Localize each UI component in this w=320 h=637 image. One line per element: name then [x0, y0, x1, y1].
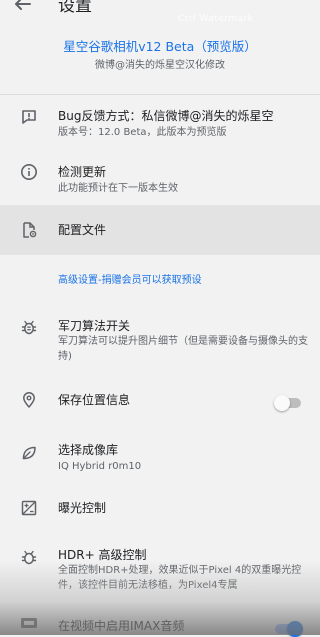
exposure-icon — [20, 499, 38, 517]
pref-title: Bug反馈方式：私信微博@消失的烁星空 — [58, 109, 274, 123]
pref-title: HDR+ 高级控制 — [58, 548, 147, 562]
location-toggle-switch[interactable] — [274, 395, 303, 411]
watermark-text: Ctrl Watermark — [178, 14, 254, 24]
imax-icon — [20, 616, 38, 634]
imax-toggle-switch[interactable] — [275, 621, 303, 637]
back-button[interactable] — [10, 0, 34, 16]
pref-sabre-toggle[interactable]: 军刀算法开关 军刀算法可以提升图片细节（但是需要设备与摄像头的支持) — [0, 310, 320, 370]
pref-title: 曝光控制 — [58, 501, 107, 515]
pref-summary: 此功能预计在下一版本生效 — [58, 183, 178, 194]
pref-summary: 军刀算法可以提升图片细节（但是需要设备与摄像头的支持) — [58, 336, 308, 362]
pref-title: 军刀算法开关 — [58, 319, 131, 333]
hdr-bug-icon — [20, 548, 38, 566]
pref-check-update[interactable]: 检测更新 此功能预计在下一版本生效 — [0, 150, 320, 200]
bug-icon — [20, 318, 38, 336]
pref-title: 选择成像库 — [58, 443, 119, 457]
section-header-advanced: 高级设置-捐赠会员可以获取预设 — [58, 275, 202, 286]
app-header: 星空谷歌相机v12 Beta（预览版） 微博@消失的烁星空汉化修改 — [0, 38, 320, 74]
pref-title: 检测更新 — [58, 165, 107, 179]
pref-config-file[interactable]: 配置文件 — [0, 205, 320, 255]
leaf-icon — [20, 444, 38, 462]
page-title: 设置 — [58, 0, 92, 16]
pref-bug-feedback[interactable]: Bug反馈方式：私信微博@消失的烁星空 版本号：12.0 Beta，此版本为预览… — [0, 96, 320, 146]
info-icon — [20, 163, 38, 181]
app-bar: 设置 — [0, 0, 320, 20]
app-version-title: 星空谷歌相机v12 Beta（预览版） — [63, 39, 257, 54]
pref-select-library[interactable]: 选择成像库 IQ Hybrid r0m10 — [0, 434, 320, 484]
feedback-icon — [20, 108, 38, 126]
settings-file-icon — [20, 221, 38, 239]
arrow-back-icon — [15, 0, 31, 10]
pref-title: 在视频中启用IMAX音频 — [58, 619, 185, 633]
pref-summary: 版本号：12.0 Beta，此版本为预览版 — [58, 127, 227, 138]
location-pin-icon — [20, 391, 38, 409]
pref-exposure-control[interactable]: 曝光控制 — [0, 490, 320, 526]
pref-save-location[interactable]: 保存位置信息 — [0, 380, 320, 424]
divider — [0, 94, 320, 95]
pref-summary: IQ Hybrid r0m10 — [58, 461, 142, 472]
pref-title: 配置文件 — [58, 223, 107, 237]
pref-title: 保存位置信息 — [58, 393, 131, 407]
app-credit-subtitle: 微博@消失的烁星空汉化修改 — [95, 60, 225, 71]
pref-imax-audio[interactable]: 在视频中启用IMAX音频 — [0, 610, 320, 637]
pref-summary: 全面控制HDR+处理，效果近似于Pixel 4的双重曝光控件，该控件目前无法移植… — [58, 565, 302, 591]
toggle-thumb — [274, 395, 290, 411]
pref-hdr-advanced[interactable]: HDR+ 高级控制 全面控制HDR+处理，效果近似于Pixel 4的双重曝光控件… — [0, 540, 320, 600]
